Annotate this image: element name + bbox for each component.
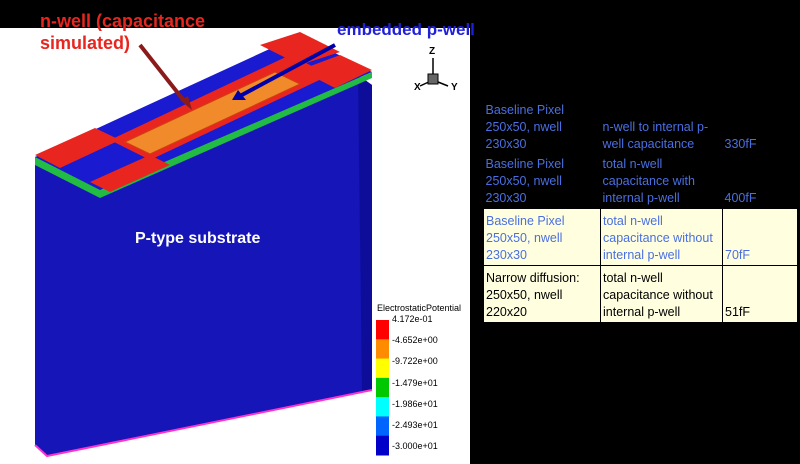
legend-tick-label: -1.986e+01 <box>392 398 438 409</box>
table-row: Baseline Pixel 250x50, nwell 230x30 n-well … <box>483 100 798 154</box>
nwell-annotation: n-well (capacitance simulated) <box>40 10 205 54</box>
legend-tick-label: -3.000e+01 <box>392 441 438 451</box>
table-cell: Baseline Pixel 250x50, nwell 230x30 <box>483 208 601 266</box>
legend-title: ElectrostaticPotential <box>377 303 462 313</box>
table-cell: 330fF <box>722 100 798 154</box>
table-cell: n-well to internal p-well capacitance <box>600 100 723 154</box>
legend-swatch <box>376 397 389 417</box>
legend-swatch <box>376 320 389 340</box>
table-cell: 70fF <box>722 208 798 266</box>
axis-y-label: Y <box>451 82 458 93</box>
table-cell: total n-well capacitance without internal … <box>600 208 723 266</box>
axis-z-label: Z <box>429 46 436 57</box>
table-cell: Baseline Pixel 250x50, nwell 230x30 <box>483 154 601 209</box>
table-row: Baseline Pixel 250x50, nwell 230x30 total n… <box>483 154 798 209</box>
table-cell: Narrow diffusion: 250x50, nwell 220x20 <box>483 265 601 323</box>
legend-swatch <box>376 435 389 456</box>
legend-tick-label: -9.722e+00 <box>392 356 438 367</box>
legend-tick-label: -2.493e+01 <box>392 419 438 430</box>
table-cell: total n-well capacitance without internal … <box>600 265 723 323</box>
nwell-label-line2: simulated) <box>40 33 131 53</box>
pwell-annotation: embedded p-well <box>337 20 475 39</box>
legend-tick-label: -1.479e+01 <box>392 377 438 388</box>
axis-x-label: X <box>414 82 421 93</box>
legend-swatch <box>376 339 389 360</box>
table-cell: 400fF <box>722 154 798 209</box>
table-row: Narrow diffusion: 250x50, nwell 220x20 tota… <box>483 265 798 323</box>
table-row: Baseline Pixel 250x50, nwell 230x30 total n… <box>483 208 798 266</box>
slide: n-well (capacitance simulated) embedded … <box>0 0 800 464</box>
table-cell: Baseline Pixel 250x50, nwell 230x30 <box>483 100 601 154</box>
table-cell: total n-well capacitance with internal p-w… <box>600 154 723 209</box>
legend-tick-label: -4.652e+00 <box>392 335 438 346</box>
legend-swatch <box>376 377 389 398</box>
axis-triad <box>419 58 449 87</box>
legend-swatch <box>376 416 389 437</box>
legend-swatch <box>376 358 389 379</box>
legend-color-bar <box>376 320 389 456</box>
capacitance-table: Baseline Pixel 250x50, nwell 230x30 n-well … <box>483 100 798 323</box>
table-cell: 51fF <box>722 265 798 323</box>
legend-tick-label: 4.172e-01 <box>392 314 433 324</box>
substrate-annotation: P-type substrate <box>135 230 261 247</box>
nwell-label-line1: n-well (capacitance <box>40 11 206 31</box>
